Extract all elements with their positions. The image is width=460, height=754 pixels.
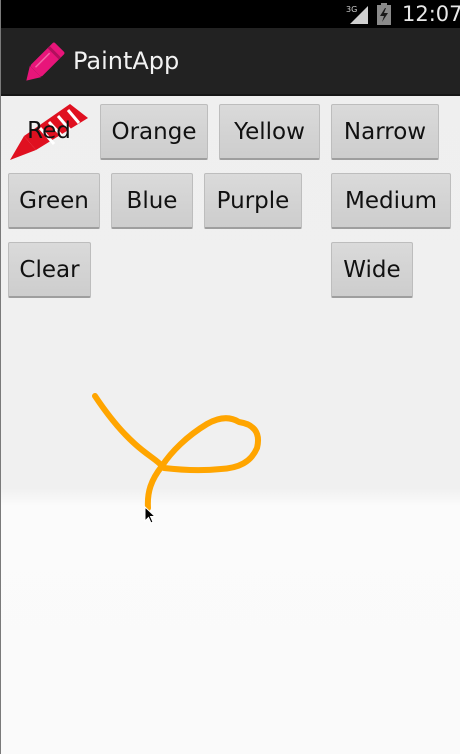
status-bar: 3G 12:07 — [1, 0, 460, 28]
action-bar: PaintApp — [1, 28, 460, 96]
yellow-color-button[interactable]: Yellow — [219, 104, 320, 160]
blue-color-button[interactable]: Blue — [111, 173, 193, 229]
narrow-width-button[interactable]: Narrow — [331, 104, 439, 160]
battery-charging-icon — [377, 3, 391, 25]
clock: 12:07 — [402, 2, 460, 26]
orange-color-button[interactable]: Orange — [100, 104, 208, 160]
clear-button[interactable]: Clear — [8, 242, 91, 298]
drawing-canvas[interactable] — [1, 300, 460, 754]
drawn-stroke — [92, 393, 261, 511]
medium-width-button[interactable]: Medium — [331, 173, 451, 229]
screen: 3G 12:07 PaintApp Red Orange Yellow Narr… — [0, 0, 460, 754]
signal-icon: 3G — [346, 5, 368, 24]
purple-color-button[interactable]: Purple — [204, 173, 302, 229]
wide-width-button[interactable]: Wide — [331, 242, 413, 298]
app-title: PaintApp — [73, 47, 180, 75]
arrow-cursor-icon — [144, 506, 156, 524]
red-color-button[interactable]: Red — [8, 104, 90, 160]
green-color-button[interactable]: Green — [8, 173, 100, 229]
pencil-icon — [26, 42, 65, 81]
network-type-label: 3G — [346, 5, 357, 14]
